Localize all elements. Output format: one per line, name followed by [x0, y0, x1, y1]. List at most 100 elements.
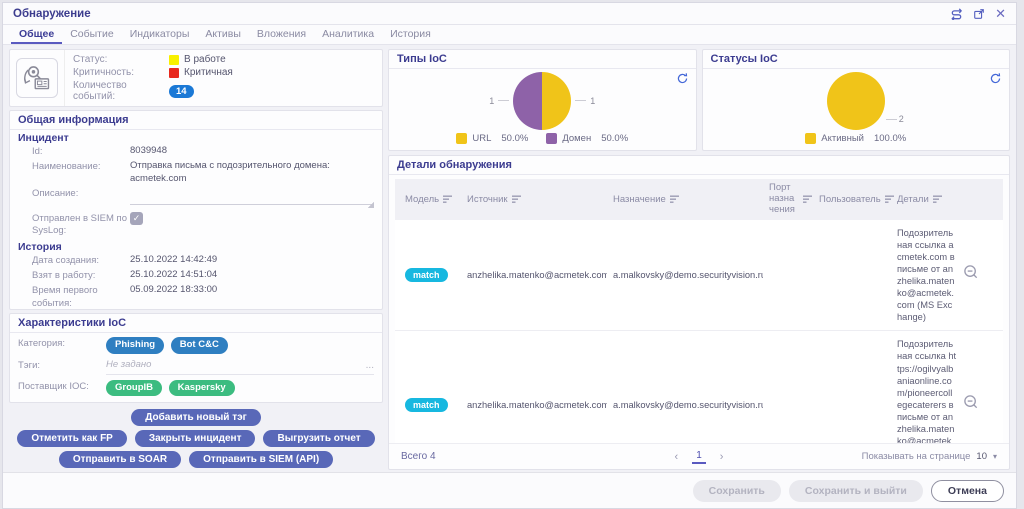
- tab-indicators[interactable]: Индикаторы: [122, 25, 198, 44]
- pie-callout-line: [575, 100, 587, 101]
- legend-label: Домен: [562, 132, 592, 144]
- id-value: 8039948: [130, 145, 167, 156]
- general-info-panel: Общая информация Инцидент Id: 8039948 На…: [9, 110, 383, 311]
- first-event-label: Время первого события:: [32, 285, 98, 309]
- legend-item-active[interactable]: Активный 100.0%: [805, 132, 906, 144]
- category-chip: Bot C&C: [170, 337, 228, 354]
- prev-page-icon[interactable]: ‹: [675, 451, 679, 463]
- chevron-down-icon[interactable]: ▾: [993, 452, 997, 461]
- zoom-out-icon[interactable]: [963, 264, 993, 286]
- filter-icon[interactable]: [669, 195, 680, 204]
- legend-item-url[interactable]: URL 50.0%: [456, 132, 528, 144]
- tab-event[interactable]: Событие: [62, 25, 122, 44]
- page-size-value[interactable]: 10: [976, 451, 987, 462]
- dest-cell: a.malkovsky@demo.securityvision.ru: [613, 399, 763, 410]
- model-badge: match: [405, 268, 448, 283]
- ioc-statuses-title: Статусы IoC: [702, 50, 1009, 69]
- col-details: Детали: [897, 193, 929, 205]
- dialog-title: Обнаружение: [13, 7, 91, 20]
- pie-slice-value: 1: [489, 95, 495, 106]
- field-siem-syslog: Отправлен в SIEM по SysLog: ✓: [10, 211, 382, 239]
- send-siem-button[interactable]: Отправить в SIEM (API): [189, 451, 334, 468]
- events-count-label: Количество событий:: [73, 80, 127, 102]
- tab-history[interactable]: История: [382, 25, 439, 44]
- table-row[interactable]: match anzhelika.matenko@acmetek.com a.ma…: [395, 219, 1003, 332]
- resize-handle[interactable]: [367, 201, 374, 209]
- col-port: Порт назначения: [769, 182, 795, 215]
- col-source: Источник: [467, 193, 508, 205]
- page-number[interactable]: 1: [692, 450, 706, 464]
- detection-details-title: Детали обнаружения: [389, 156, 1009, 175]
- filter-icon[interactable]: [884, 195, 895, 204]
- taken-value: 25.10.2022 14:51:04: [130, 269, 218, 281]
- filter-icon[interactable]: [803, 195, 813, 204]
- tags-placeholder: Не задано: [106, 358, 152, 370]
- tab-attachments[interactable]: Вложения: [249, 25, 314, 44]
- cancel-button[interactable]: Отмена: [930, 479, 1004, 502]
- tab-general[interactable]: Общее: [11, 25, 63, 44]
- pie-callout-line: [885, 118, 897, 120]
- tags-label: Тэги:: [18, 359, 41, 371]
- siem-syslog-label: Отправлен в SIEM по SysLog:: [32, 213, 127, 237]
- detection-icon: [16, 58, 58, 98]
- table-header: Модель Источник Назначение Порт назначен…: [395, 179, 1003, 220]
- filter-icon[interactable]: [511, 195, 522, 204]
- legend-item-domain[interactable]: Домен 50.0%: [546, 132, 629, 144]
- events-count-row: Количество событий: 14: [73, 80, 374, 102]
- ioc-types-title: Типы IoC: [389, 50, 696, 69]
- add-tag-button[interactable]: Добавить новый тэг: [131, 409, 261, 426]
- pagination: ‹ 1 ›: [600, 450, 799, 464]
- field-taken: Взят в работу: 25.10.2022 14:51:04: [10, 268, 382, 283]
- screen: Обнаружение ✕ Общее Событие Индикаторы А…: [0, 0, 1024, 509]
- tags-more-button[interactable]: ...: [366, 359, 374, 372]
- filter-icon[interactable]: [932, 195, 943, 204]
- table-row[interactable]: match anzhelika.matenko@acmetek.com a.ma…: [395, 331, 1003, 443]
- col-dest: Назначение: [613, 193, 666, 205]
- total-count: Всего 4: [401, 451, 436, 462]
- siem-syslog-checkbox[interactable]: ✓: [130, 212, 143, 226]
- field-first-event: Время первого события: 05.09.2022 18:33:…: [10, 283, 382, 309]
- criticality-color-swatch: [169, 67, 179, 78]
- vendor-label: Поставщик IOC:: [18, 380, 89, 392]
- send-soar-button[interactable]: Отправить в SOAR: [58, 451, 182, 468]
- mark-fp-button[interactable]: Отметить как FP: [17, 430, 127, 447]
- criticality-row: Критичность: Критичная: [73, 67, 374, 78]
- pie-callout-line: [498, 100, 510, 101]
- expand-window-icon[interactable]: [973, 8, 985, 20]
- zoom-out-icon[interactable]: [963, 394, 993, 416]
- table-body: match anzhelika.matenko@acmetek.com a.ma…: [395, 219, 1003, 443]
- dest-cell: a.malkovsky@demo.securityvision.ru: [613, 270, 763, 281]
- save-exit-button[interactable]: Сохранить и выйти: [788, 479, 923, 502]
- pie-slice-value: 1: [590, 95, 596, 106]
- tab-analytics[interactable]: Аналитика: [314, 25, 382, 44]
- detection-dialog: Обнаружение ✕ Общее Событие Индикаторы А…: [2, 2, 1017, 509]
- criticality-label: Критичность:: [73, 67, 135, 78]
- status-value: В работе: [184, 54, 226, 65]
- field-id: Id: 8039948: [10, 144, 382, 159]
- model-badge: match: [405, 397, 448, 412]
- criticality-value: Критичная: [184, 67, 233, 78]
- swap-arrows-icon[interactable]: [950, 7, 963, 20]
- close-incident-button[interactable]: Закрыть инцидент: [134, 430, 256, 447]
- status-label: Статус:: [73, 54, 108, 65]
- ioc-types-pie[interactable]: [513, 71, 572, 130]
- next-page-icon[interactable]: ›: [720, 451, 724, 463]
- actions-area: Добавить новый тэг Отметить как FP Закры…: [9, 406, 383, 470]
- vendor-chip: GroupIB: [106, 379, 162, 396]
- details-cell: Подозрительная ссылка acmetek.com в пись…: [897, 227, 955, 323]
- field-category: Категория: Phishing Bot C&C: [10, 333, 382, 354]
- title-bar: Обнаружение ✕: [3, 3, 1016, 25]
- ioc-statuses-pie[interactable]: [826, 71, 885, 130]
- name-label: Наименование:: [32, 161, 101, 173]
- field-created: Дата создания: 25.10.2022 14:42:49: [10, 253, 382, 268]
- filter-icon[interactable]: [443, 195, 453, 204]
- incident-group-heading: Инцидент: [18, 132, 69, 144]
- save-button[interactable]: Сохранить: [692, 479, 781, 502]
- legend-label: URL: [472, 132, 492, 144]
- legend-percent: 50.0%: [601, 132, 629, 144]
- description-textarea[interactable]: [130, 187, 374, 206]
- tab-assets[interactable]: Активы: [197, 25, 249, 44]
- export-report-button[interactable]: Выгрузить отчет: [263, 430, 375, 447]
- col-model: Модель: [405, 193, 440, 205]
- close-icon[interactable]: ✕: [995, 7, 1006, 20]
